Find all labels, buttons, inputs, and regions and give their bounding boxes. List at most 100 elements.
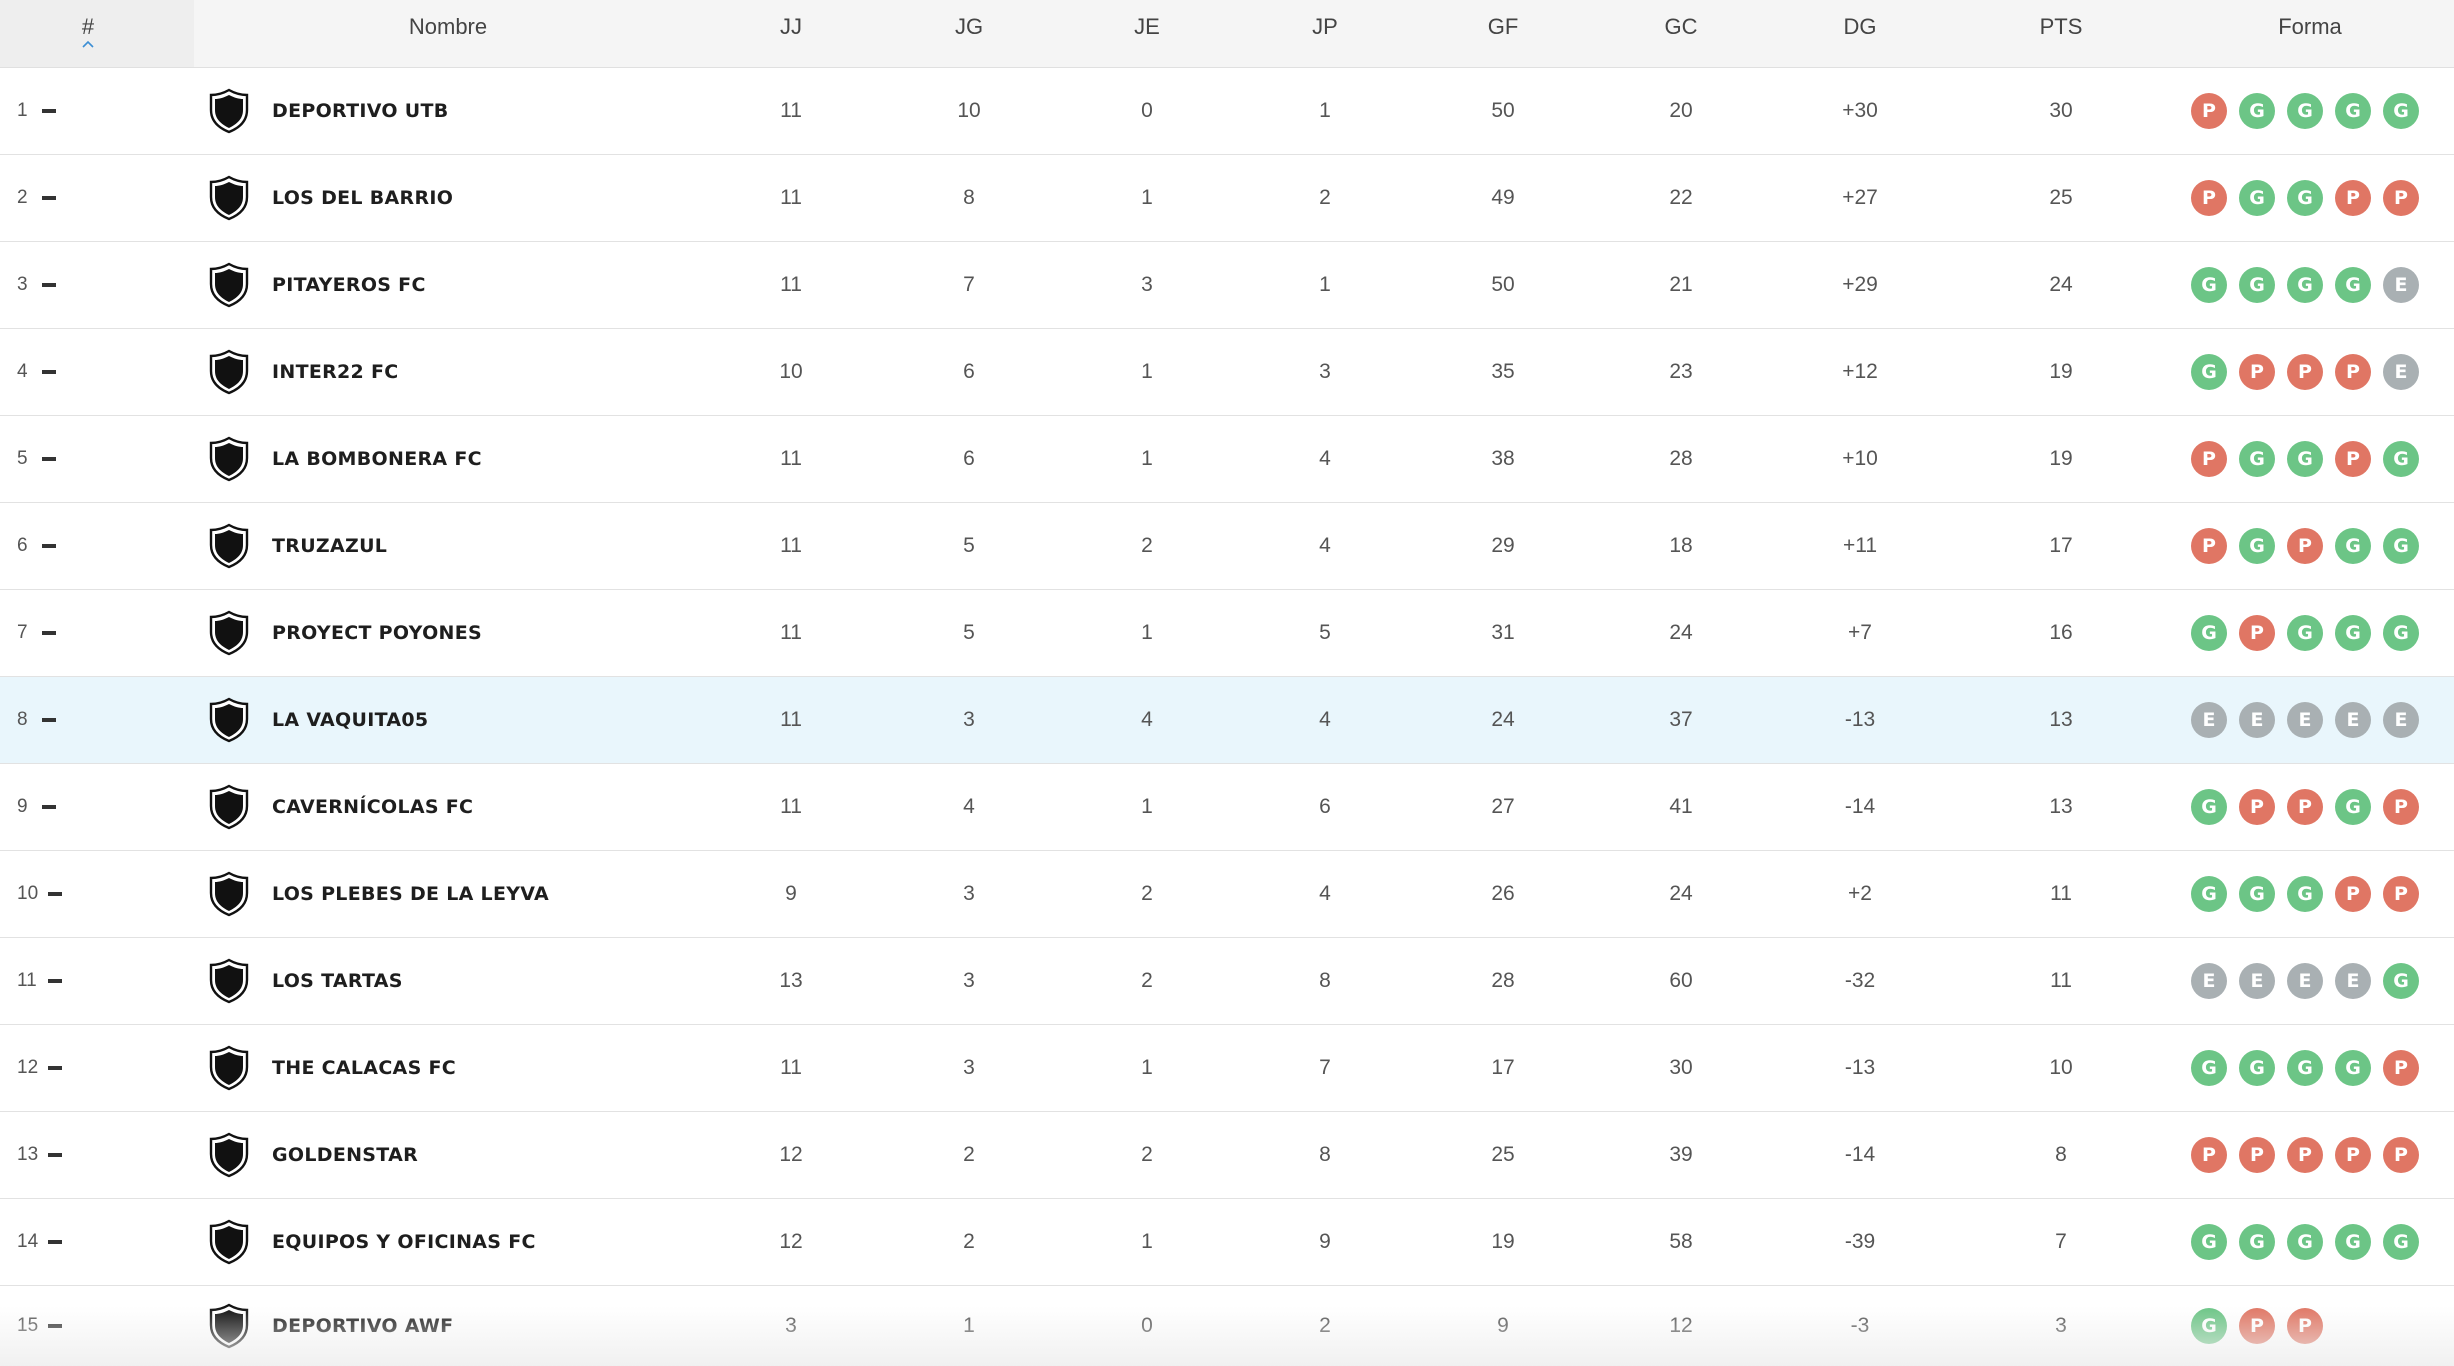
form-badge[interactable]: G [2239, 267, 2275, 303]
form-badge[interactable]: P [2335, 876, 2371, 912]
form-badge[interactable]: G [2191, 354, 2227, 390]
form-badge[interactable]: P [2239, 789, 2275, 825]
table-row[interactable]: 4 INTER22 FC 10 6 1 3 35 23 +12 19 G P P P E [0, 329, 2454, 416]
form-badge[interactable]: G [2239, 93, 2275, 129]
form-badge[interactable]: G [2287, 93, 2323, 129]
form-badge[interactable]: P [2383, 1050, 2419, 1086]
form-badge[interactable]: G [2191, 876, 2227, 912]
form-badge[interactable]: G [2239, 441, 2275, 477]
table-row[interactable]: 8 LA VAQUITA05 11 3 4 4 24 37 -13 13 E E E E E [0, 677, 2454, 764]
form-badge[interactable]: G [2191, 1050, 2227, 1086]
form-badge[interactable]: E [2383, 702, 2419, 738]
form-badge[interactable]: P [2287, 789, 2323, 825]
form-badge[interactable]: G [2335, 1224, 2371, 1260]
table-row[interactable]: 1 DEPORTIVO UTB 11 10 0 1 50 20 +30 30 P G G G G [0, 68, 2454, 155]
table-row[interactable]: 3 PITAYEROS FC 11 7 3 1 50 21 +29 24 G G G G E [0, 242, 2454, 329]
team-name[interactable]: LOS TARTAS [272, 938, 403, 1024]
form-badge[interactable]: P [2335, 354, 2371, 390]
team-name[interactable]: LOS PLEBES DE LA LEYVA [272, 851, 549, 937]
jp-header[interactable]: JP [1312, 0, 1338, 67]
form-badge[interactable]: G [2383, 615, 2419, 651]
form-badge[interactable]: P [2239, 615, 2275, 651]
form-badge[interactable]: G [2383, 441, 2419, 477]
table-row[interactable]: 9 CAVERNÍCOLAS FC 11 4 1 6 27 41 -14 13 G P P G P [0, 764, 2454, 851]
gf-header[interactable]: GF [1488, 0, 1519, 67]
form-badge[interactable]: G [2239, 1224, 2275, 1260]
jj-header[interactable]: JJ [780, 0, 802, 67]
form-badge[interactable]: P [2239, 354, 2275, 390]
table-row[interactable]: 10 LOS PLEBES DE LA LEYVA 9 3 2 4 26 24 +2 11 G G G P… [0, 851, 2454, 938]
team-name[interactable]: TRUZAZUL [272, 503, 387, 589]
jg-header[interactable]: JG [955, 0, 983, 67]
form-badge[interactable]: G [2239, 1050, 2275, 1086]
team-name[interactable]: GOLDENSTAR [272, 1112, 418, 1198]
form-badge[interactable]: G [2239, 528, 2275, 564]
form-badge[interactable]: P [2239, 1308, 2275, 1344]
table-row[interactable]: 11 LOS TARTAS 13 3 2 8 28 60 -32 11 E E E E G [0, 938, 2454, 1025]
form-badge[interactable]: G [2335, 789, 2371, 825]
form-badge[interactable]: E [2239, 702, 2275, 738]
form-badge[interactable]: G [2287, 267, 2323, 303]
form-badge[interactable]: E [2287, 702, 2323, 738]
form-badge[interactable]: G [2383, 528, 2419, 564]
pts-header[interactable]: PTS [2040, 0, 2083, 67]
form-badge[interactable]: G [2287, 615, 2323, 651]
form-badge[interactable]: P [2239, 1137, 2275, 1173]
form-badge[interactable]: G [2383, 1224, 2419, 1260]
form-badge[interactable]: P [2335, 1137, 2371, 1173]
form-badge[interactable]: G [2191, 615, 2227, 651]
rank-header-cell[interactable] [0, 0, 194, 67]
form-badge[interactable]: P [2191, 93, 2227, 129]
form-badge[interactable]: G [2335, 1050, 2371, 1086]
form-badge[interactable]: G [2287, 441, 2323, 477]
form-badge[interactable]: P [2383, 876, 2419, 912]
form-badge[interactable]: G [2287, 1224, 2323, 1260]
team-name[interactable]: CAVERNÍCOLAS FC [272, 764, 473, 850]
table-row[interactable]: 12 THE CALACAS FC 11 3 1 7 17 30 -13 10 G G G G P [0, 1025, 2454, 1112]
form-badge[interactable]: P [2191, 1137, 2227, 1173]
form-badge[interactable]: E [2383, 354, 2419, 390]
team-name[interactable]: DEPORTIVO UTB [272, 68, 449, 154]
form-badge[interactable]: P [2287, 1308, 2323, 1344]
form-badge[interactable]: P [2191, 441, 2227, 477]
table-row[interactable]: 14 EQUIPOS Y OFICINAS FC 12 2 1 9 19 58 -39 7 G G G G… [0, 1199, 2454, 1286]
form-badge[interactable]: E [2383, 267, 2419, 303]
form-badge[interactable]: P [2335, 441, 2371, 477]
dg-header[interactable]: DG [1844, 0, 1877, 67]
form-badge[interactable]: G [2335, 267, 2371, 303]
team-name[interactable]: PROYECT POYONES [272, 590, 482, 676]
table-row[interactable]: 6 TRUZAZUL 11 5 2 4 29 18 +11 17 P G P G G [0, 503, 2454, 590]
form-badge[interactable]: P [2383, 1137, 2419, 1173]
team-name[interactable]: THE CALACAS FC [272, 1025, 456, 1111]
form-badge[interactable]: G [2191, 267, 2227, 303]
form-badge[interactable]: G [2287, 180, 2323, 216]
team-name[interactable]: LA VAQUITA05 [272, 677, 428, 763]
form-badge[interactable]: G [2335, 93, 2371, 129]
form-badge[interactable]: G [2287, 876, 2323, 912]
team-name[interactable]: PITAYEROS FC [272, 242, 426, 328]
table-row[interactable]: 2 LOS DEL BARRIO 11 8 1 2 49 22 +27 25 P G G P P [0, 155, 2454, 242]
chevron-up-icon[interactable] [82, 38, 94, 50]
table-row[interactable]: 7 PROYECT POYONES 11 5 1 5 31 24 +7 16 G P G G G [0, 590, 2454, 677]
form-badge[interactable]: E [2335, 702, 2371, 738]
team-name[interactable]: LOS DEL BARRIO [272, 155, 453, 241]
team-name[interactable]: DEPORTIVO AWF [272, 1286, 453, 1366]
name-header[interactable]: Nombre [409, 0, 487, 67]
form-badge[interactable]: G [2239, 876, 2275, 912]
form-badge[interactable]: P [2287, 1137, 2323, 1173]
form-badge[interactable]: P [2287, 354, 2323, 390]
table-row[interactable]: 15 DEPORTIVO AWF 3 1 0 2 9 12 -3 3 G P P [0, 1286, 2454, 1366]
form-badge[interactable]: P [2287, 528, 2323, 564]
form-badge[interactable]: P [2191, 528, 2227, 564]
form-badge[interactable]: G [2191, 1308, 2227, 1344]
form-badge[interactable]: P [2383, 180, 2419, 216]
form-badge[interactable]: E [2335, 963, 2371, 999]
form-badge[interactable]: G [2287, 1050, 2323, 1086]
team-name[interactable]: INTER22 FC [272, 329, 399, 415]
team-name[interactable]: EQUIPOS Y OFICINAS FC [272, 1199, 536, 1285]
table-row[interactable]: 13 GOLDENSTAR 12 2 2 8 25 39 -14 8 P P P P P [0, 1112, 2454, 1199]
form-badge[interactable]: G [2191, 1224, 2227, 1260]
form-badge[interactable]: G [2383, 93, 2419, 129]
form-badge[interactable]: E [2191, 963, 2227, 999]
form-badge[interactable]: P [2335, 180, 2371, 216]
